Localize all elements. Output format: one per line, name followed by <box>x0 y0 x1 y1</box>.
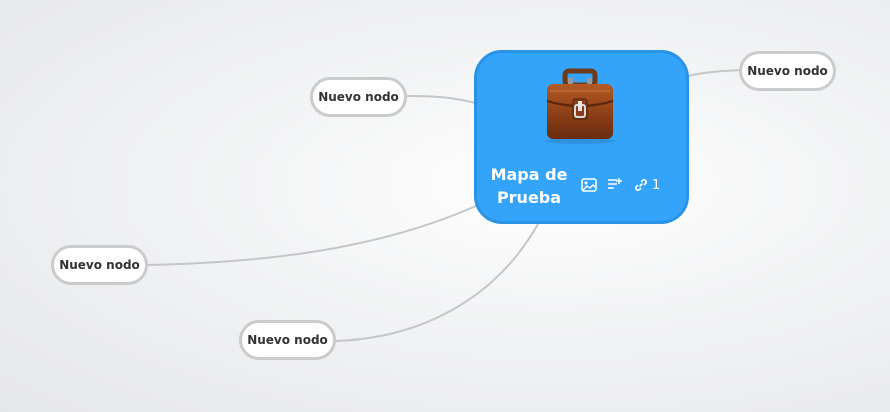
image-icon[interactable] <box>581 178 597 192</box>
topic-node[interactable]: Nuevo nodo <box>51 245 148 285</box>
topic-node[interactable]: Nuevo nodo <box>239 320 336 360</box>
topic-node[interactable]: Nuevo nodo <box>739 51 836 91</box>
central-topic-icons: 1 <box>581 177 670 193</box>
central-topic-node[interactable]: Mapa de Prueba 1 <box>474 50 689 224</box>
central-topic-title: Mapa de Prueba <box>490 165 568 207</box>
briefcase-icon <box>546 68 614 144</box>
connector-node-2 <box>687 69 742 77</box>
connector-node-3 <box>147 204 479 266</box>
link-count: 1 <box>652 177 661 193</box>
connector-node-1 <box>406 95 477 104</box>
link-icon[interactable]: 1 <box>633 177 660 193</box>
topic-node[interactable]: Nuevo nodo <box>310 77 407 117</box>
notes-icon[interactable] <box>607 178 623 192</box>
